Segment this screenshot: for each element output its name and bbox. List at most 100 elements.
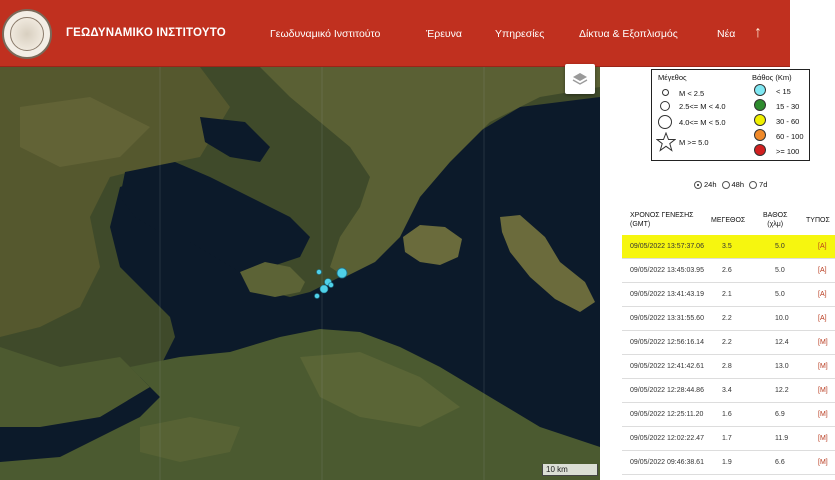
table-row[interactable]: 09/05/2022 12:28:44.86 3.4 12.2 [M] — [622, 379, 835, 403]
cell-time: 09/05/2022 13:41:43.19 — [630, 291, 704, 298]
seismic-map[interactable] — [0, 67, 600, 480]
magnitude-small-circle-icon — [662, 89, 669, 96]
cell-depth: 5.0 — [775, 291, 785, 298]
depth-item-4: 60 - 100 — [776, 132, 804, 141]
nav-item-news[interactable]: Νέα — [717, 28, 735, 40]
magnitude-item-4: M >= 5.0 — [679, 138, 709, 147]
satellite-map-image — [0, 67, 600, 480]
period-label-48h: 48h — [731, 180, 745, 189]
cell-type: [M] — [818, 363, 828, 370]
cell-magnitude: 2.8 — [722, 363, 732, 370]
cell-time: 09/05/2022 12:02:22.47 — [630, 435, 704, 442]
site-header: ΓΕΩΔΥΝΑΜΙΚΟ ΙΝΣΤΙΤΟΥΤΟ Γεωδυναμικό Ινστι… — [0, 0, 790, 67]
scroll-up-arrow-icon[interactable]: ↑ — [754, 24, 762, 42]
legend-depth-title: Βάθος (Km) — [752, 73, 792, 82]
table-row[interactable]: 09/05/2022 13:31:55.60 2.2 10.0 [A] — [622, 307, 835, 331]
period-radio-48h[interactable] — [721, 180, 730, 189]
cell-type: [M] — [818, 339, 828, 346]
nav-item-research[interactable]: Έρευνα — [426, 28, 462, 40]
table-row[interactable]: 09/05/2022 13:41:43.19 2.1 5.0 [A] — [622, 283, 835, 307]
cell-time: 09/05/2022 12:41:42.61 — [630, 363, 704, 370]
cell-depth: 5.0 — [775, 243, 785, 250]
cell-type: [M] — [818, 435, 828, 442]
table-row[interactable]: 09/05/2022 13:57:37.06 3.5 5.0 [A] — [622, 235, 835, 259]
period-radio-7d[interactable] — [749, 180, 758, 189]
cell-type: [M] — [818, 459, 828, 466]
cell-time: 09/05/2022 12:25:11.20 — [630, 411, 704, 418]
table-row[interactable]: 09/05/2022 12:25:11.20 1.6 6.9 [M] — [622, 403, 835, 427]
header-depth[interactable]: ΒΑΘΟΣ (χλμ) — [763, 211, 787, 229]
period-selector: 24h 48h 7d — [694, 180, 770, 189]
event-marker[interactable] — [319, 284, 329, 294]
depth-item-3: 30 - 60 — [776, 117, 800, 126]
nav-item-services[interactable]: Υπηρεσίες — [495, 28, 544, 40]
magnitude-medium-circle-icon — [660, 101, 670, 111]
brand-title[interactable]: ΓΕΩΔΥΝΑΜΙΚΟ ΙΝΣΤΙΤΟΥΤΟ — [66, 27, 226, 39]
table-row[interactable]: 09/05/2022 13:45:03.95 2.6 5.0 [A] — [622, 259, 835, 283]
cell-time: 09/05/2022 09:46:38.61 — [630, 459, 704, 466]
cell-magnitude: 3.5 — [722, 243, 732, 250]
cell-magnitude: 2.1 — [722, 291, 732, 298]
magnitude-item-1: M < 2.5 — [679, 89, 705, 98]
cell-time: 09/05/2022 12:56:16.14 — [630, 339, 704, 346]
logo-seal-icon — [2, 8, 52, 59]
cell-type: [A] — [818, 267, 827, 274]
map-scale: 10 km — [542, 464, 598, 476]
depth-yellow-circle-icon — [754, 114, 766, 126]
depth-red-circle-icon — [754, 144, 766, 156]
page: ΓΕΩΔΥΝΑΜΙΚΟ ΙΝΣΤΙΤΟΥΤΟ Γεωδυναμικό Ινστι… — [0, 0, 835, 480]
magnitude-large-circle-icon — [658, 115, 672, 129]
cell-depth: 10.0 — [775, 315, 789, 322]
nav-item-networks[interactable]: Δίκτυα & Εξοπλισμός — [579, 28, 678, 40]
header-magnitude[interactable]: ΜΕΓΕΘΟΣ — [711, 216, 745, 225]
cell-time: 09/05/2022 12:28:44.86 — [630, 387, 704, 394]
period-label-7d: 7d — [759, 180, 768, 189]
layers-icon — [572, 73, 588, 85]
layers-button[interactable] — [565, 64, 595, 94]
cell-depth: 6.9 — [775, 411, 785, 418]
cell-type: [M] — [818, 411, 828, 418]
cell-depth: 6.6 — [775, 459, 785, 466]
cell-time: 09/05/2022 13:45:03.95 — [630, 267, 704, 274]
event-marker[interactable] — [314, 293, 320, 299]
cell-type: [A] — [818, 243, 827, 250]
magnitude-item-3: 4.0<= M < 5.0 — [679, 118, 726, 127]
depth-orange-circle-icon — [754, 129, 766, 141]
cell-type: [M] — [818, 387, 828, 394]
legend-magnitude-title: Μέγεθος — [658, 73, 687, 82]
event-marker[interactable] — [328, 282, 334, 288]
star-icon — [656, 132, 676, 152]
map-legend: Μέγεθος M < 2.5 2.5<= M < 4.0 4.0<= M < … — [651, 69, 810, 161]
depth-cyan-circle-icon — [754, 84, 766, 96]
cell-time: 09/05/2022 13:57:37.06 — [630, 243, 704, 250]
event-marker[interactable] — [336, 267, 348, 279]
header-type[interactable]: ΤΥΠΟΣ — [806, 216, 830, 225]
cell-time: 09/05/2022 13:31:55.60 — [630, 315, 704, 322]
period-radio-24h[interactable] — [694, 180, 702, 189]
table-row[interactable]: 09/05/2022 12:02:22.47 1.7 11.9 [M] — [622, 427, 835, 451]
institute-logo[interactable] — [0, 0, 54, 67]
magnitude-item-2: 2.5<= M < 4.0 — [679, 102, 726, 111]
cell-depth: 12.2 — [775, 387, 789, 394]
table-row[interactable]: 09/05/2022 12:41:42.61 2.8 13.0 [M] — [622, 355, 835, 379]
cell-magnitude: 2.2 — [722, 339, 732, 346]
cell-depth: 11.9 — [775, 435, 789, 442]
header-time[interactable]: ΧΡΟΝΟΣ ΓΕΝΕΣΗΣ (GMT) — [630, 211, 710, 229]
depth-item-2: 15 - 30 — [776, 102, 800, 111]
cell-depth: 12.4 — [775, 339, 789, 346]
nav-item-institute[interactable]: Γεωδυναμικό Ινστιτούτο — [270, 28, 380, 40]
cell-magnitude: 2.6 — [722, 267, 732, 274]
depth-green-circle-icon — [754, 99, 766, 111]
cell-depth: 13.0 — [775, 363, 789, 370]
cell-magnitude: 3.4 — [722, 387, 732, 394]
cell-magnitude: 1.6 — [722, 411, 732, 418]
event-marker[interactable] — [316, 269, 322, 275]
cell-type: [A] — [818, 315, 827, 322]
cell-depth: 5.0 — [775, 267, 785, 274]
table-row[interactable]: 09/05/2022 12:56:16.14 2.2 12.4 [M] — [622, 331, 835, 355]
cell-magnitude: 1.7 — [722, 435, 732, 442]
depth-item-5: >= 100 — [776, 147, 800, 156]
cell-magnitude: 1.9 — [722, 459, 732, 466]
cell-type: [A] — [818, 291, 827, 298]
table-row[interactable]: 09/05/2022 09:46:38.61 1.9 6.6 [M] — [622, 451, 835, 475]
